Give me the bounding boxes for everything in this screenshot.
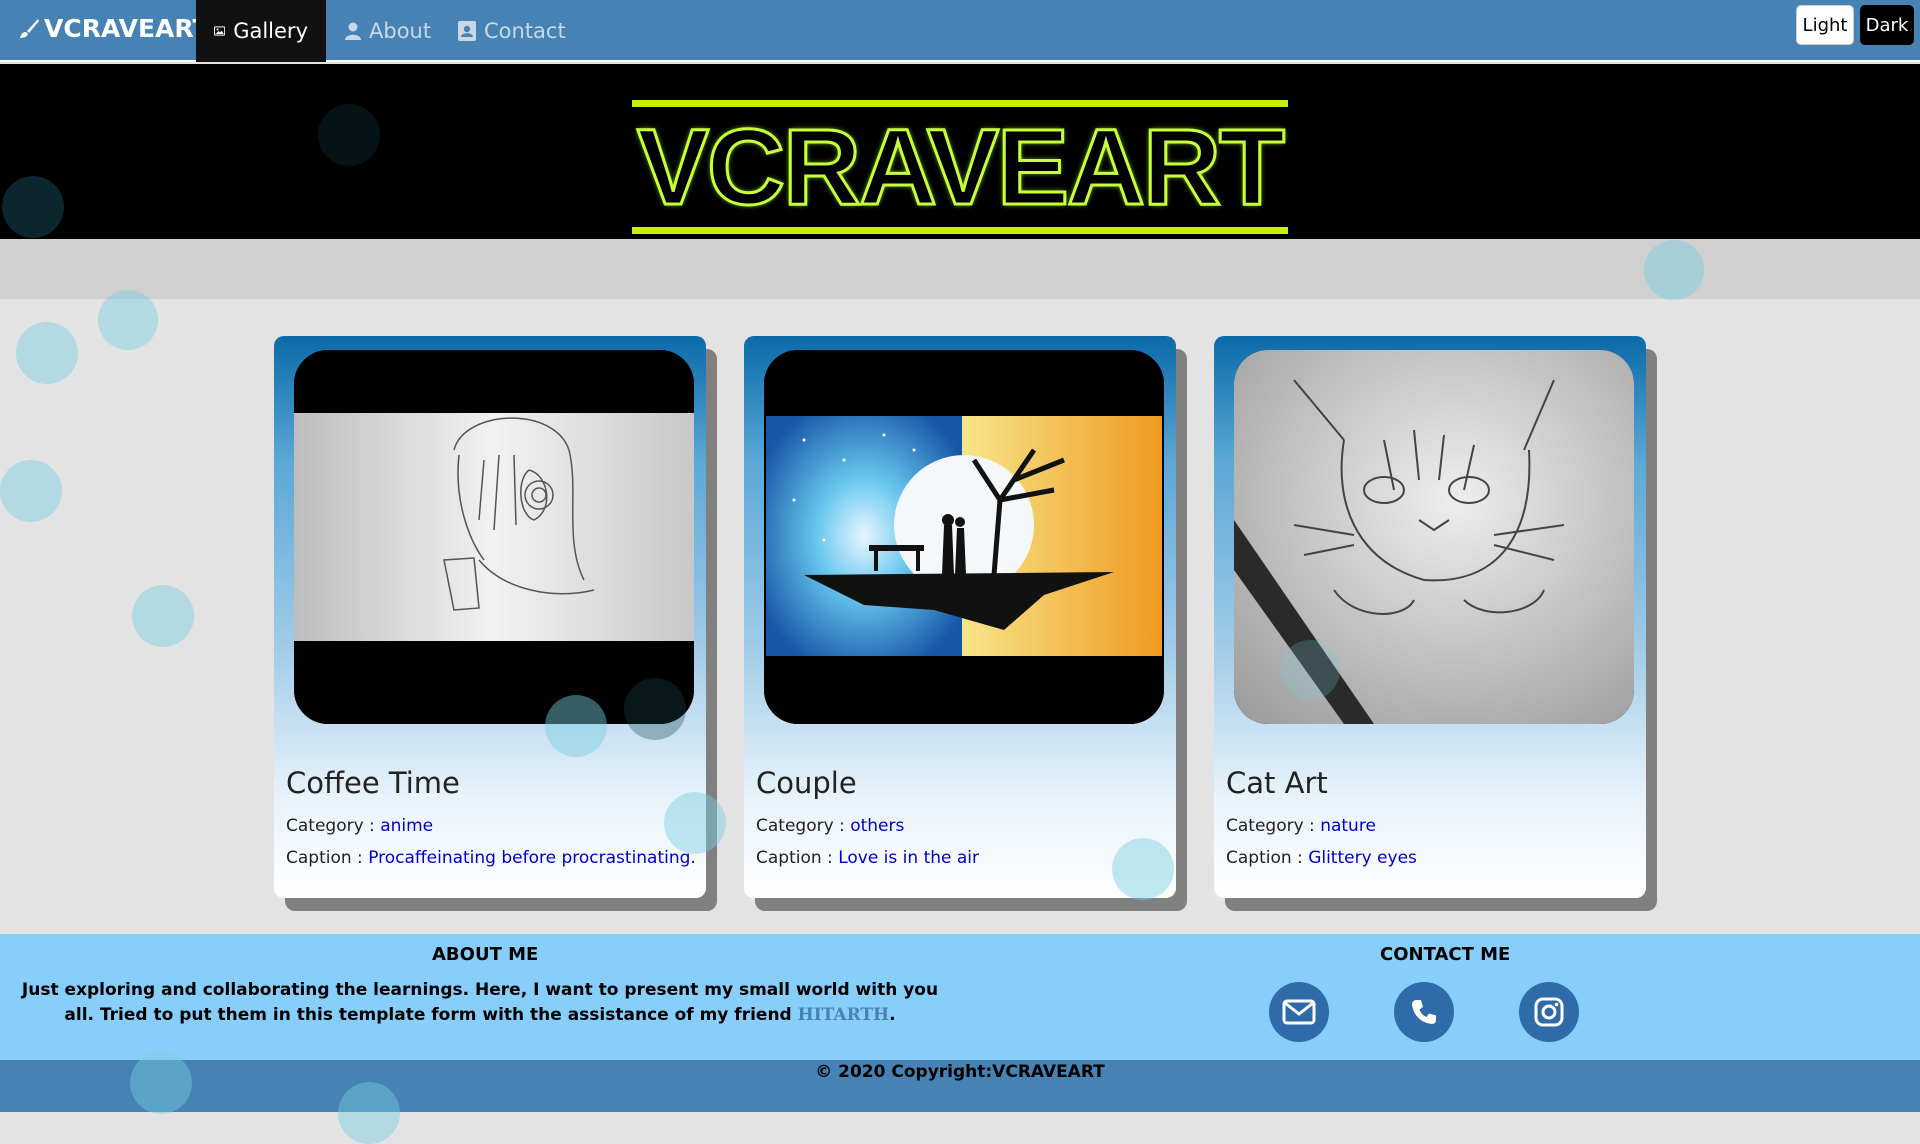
couple-painting-image	[764, 350, 1164, 724]
top-navbar: VCRAVEART Gallery About Contact Light Da…	[0, 0, 1920, 62]
category-label: Category :	[756, 816, 851, 836]
brand-name: VCRAVEART	[44, 14, 210, 43]
divider-strip	[0, 239, 1920, 299]
instagram-icon	[1534, 997, 1564, 1027]
user-icon	[345, 22, 361, 40]
card-image-coffee-time[interactable]	[294, 350, 694, 724]
caption-label: Caption :	[1226, 848, 1309, 868]
phone-icon	[1412, 1000, 1436, 1024]
category-value[interactable]: others	[850, 816, 904, 836]
caption-value[interactable]: Procaffeinating before procrastinating.	[368, 848, 696, 868]
nav-contact-label: Contact	[484, 19, 566, 43]
nav-contact[interactable]: Contact	[440, 0, 584, 62]
nav-about[interactable]: About	[327, 0, 449, 62]
phone-button[interactable]	[1394, 982, 1454, 1042]
bubble-decoration	[0, 460, 62, 522]
gallery-card[interactable]: Cat Art Category : nature Caption : Glit…	[1214, 336, 1646, 898]
caption-label: Caption :	[756, 848, 839, 868]
caption-value[interactable]: Love is in the air	[838, 848, 979, 868]
card-image-couple[interactable]	[764, 350, 1164, 724]
hero-logo: VCRAVEART	[632, 100, 1288, 234]
hero-banner: VCRAVEART	[0, 64, 1920, 239]
card-category: Category : others	[756, 816, 904, 836]
copyright-bar: © 2020 Copyright:VCRAVEART	[0, 1060, 1920, 1112]
about-end: .	[889, 1005, 896, 1025]
contact-title: CONTACT ME	[1380, 944, 1511, 965]
footer: ABOUT ME Just exploring and collaboratin…	[0, 934, 1920, 1060]
caption-label: Caption :	[286, 848, 369, 868]
card-title: Coffee Time	[286, 766, 460, 800]
anime-sketch-image	[294, 350, 694, 724]
about-title: ABOUT ME	[432, 944, 539, 965]
cat-sketch-image	[1234, 350, 1634, 724]
instagram-button[interactable]	[1519, 982, 1579, 1042]
about-text: Just exploring and collaborating the lea…	[20, 978, 940, 1028]
bubble-decoration	[98, 290, 158, 350]
brush-icon	[20, 18, 39, 38]
category-label: Category :	[1226, 816, 1321, 836]
light-theme-button[interactable]: Light	[1796, 5, 1854, 45]
envelope-icon	[1282, 999, 1316, 1025]
card-category: Category : anime	[286, 816, 433, 836]
card-title: Cat Art	[1226, 766, 1328, 800]
card-caption: Caption : Love is in the air	[756, 848, 979, 868]
brand-link[interactable]: VCRAVEART	[18, 14, 210, 43]
category-value[interactable]: anime	[380, 816, 433, 836]
card-category: Category : nature	[1226, 816, 1376, 836]
friend-link[interactable]: HITARTH	[798, 1005, 889, 1025]
contact-card-icon	[458, 21, 476, 41]
hero-logo-text: VCRAVEART	[635, 106, 1286, 227]
category-label: Category :	[286, 816, 381, 836]
card-caption: Caption : Procaffeinating before procras…	[286, 848, 696, 868]
email-button[interactable]	[1269, 982, 1329, 1042]
category-value[interactable]: nature	[1320, 816, 1376, 836]
nav-gallery-label: Gallery	[233, 19, 308, 43]
card-title: Couple	[756, 766, 857, 800]
dark-theme-button[interactable]: Dark	[1860, 5, 1914, 45]
bubble-decoration	[132, 585, 194, 647]
gallery-card[interactable]: Coffee Time Category : anime Caption : P…	[274, 336, 706, 898]
image-icon	[214, 26, 226, 36]
card-image-cat-art[interactable]	[1234, 350, 1634, 724]
nav-about-label: About	[369, 19, 432, 43]
copyright-text: © 2020 Copyright:VCRAVEART	[815, 1062, 1105, 1082]
bubble-decoration	[16, 322, 78, 384]
caption-value[interactable]: Glittery eyes	[1308, 848, 1417, 868]
gallery-card[interactable]: Couple Category : others Caption : Love …	[744, 336, 1176, 898]
nav-gallery[interactable]: Gallery	[196, 0, 326, 62]
card-caption: Caption : Glittery eyes	[1226, 848, 1417, 868]
